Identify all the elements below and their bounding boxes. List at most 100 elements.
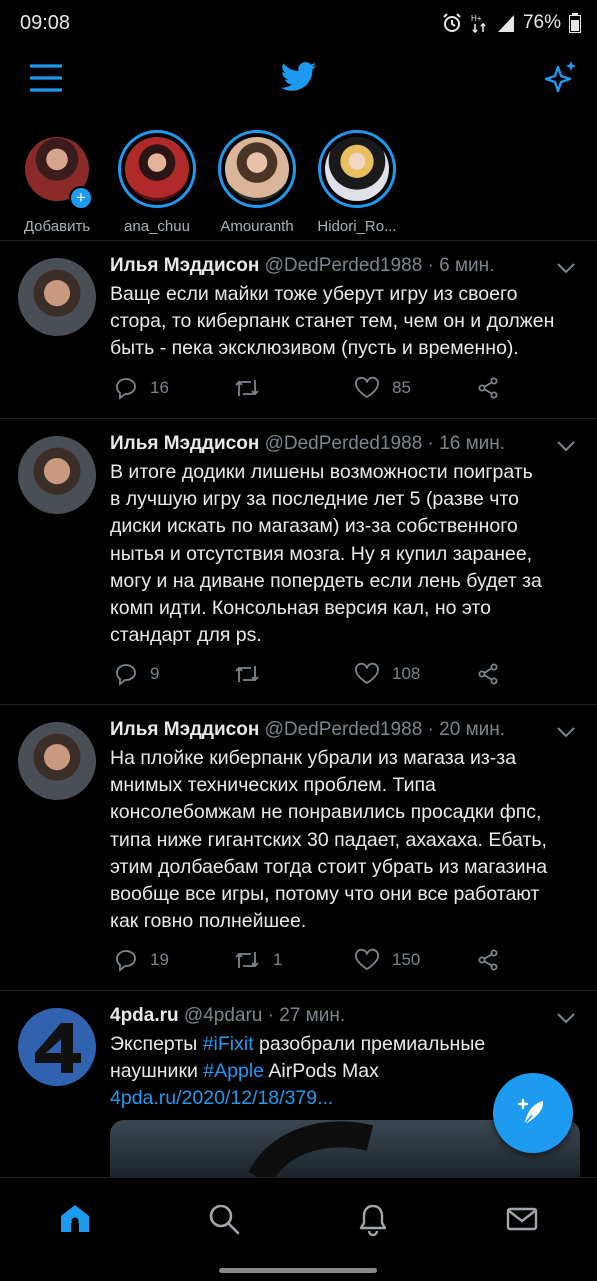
author-handle: @DedPerded1988: [264, 719, 423, 740]
chevron-down-icon[interactable]: [556, 726, 576, 738]
avatar[interactable]: [18, 436, 96, 514]
signal-icon: [497, 15, 514, 32]
sparkle-icon[interactable]: [542, 59, 580, 97]
author-name[interactable]: Илья Мэддисон: [110, 719, 259, 740]
data-icon: H+: [471, 14, 486, 34]
twitter-bird-icon: [281, 62, 317, 91]
like-count: 108: [392, 664, 421, 683]
avatar[interactable]: [18, 1008, 96, 1086]
hashtag-link[interactable]: #Apple: [203, 1060, 264, 1082]
status-icons: H+ 76%: [441, 12, 581, 34]
hashtag-link[interactable]: #iFixit: [203, 1033, 254, 1055]
share-icon: [478, 663, 498, 685]
reply-icon: [116, 378, 136, 400]
status-time: 09:08: [20, 12, 71, 34]
tweet-header: Илья Мэддисон @DedPerded1988 · 20 мин.: [110, 719, 505, 741]
tweet[interactable]: Илья Мэддисон @DedPerded1988 · 6 мин. Ва…: [0, 240, 597, 418]
retweet-icon: [235, 952, 259, 968]
tweet-time: · 6 мин.: [427, 255, 495, 276]
compose-tweet-button[interactable]: [493, 1073, 573, 1153]
tweet-time: · 20 мин.: [427, 719, 506, 740]
reply-button[interactable]: 19: [114, 948, 169, 972]
author-handle: @DedPerded1988: [264, 255, 423, 276]
reply-button[interactable]: 16: [114, 376, 169, 400]
like-count: 150: [392, 950, 421, 969]
tweet-time: · 16 мин.: [427, 433, 506, 454]
fleet-name: Amouranth: [220, 218, 294, 235]
status-bar: 09:08 H+ 76%: [0, 0, 597, 48]
tweet-header: Илья Мэддисон @DedPerded1988 · 16 мин.: [110, 433, 505, 455]
avatar: [225, 137, 289, 201]
like-button[interactable]: 85: [354, 376, 411, 400]
fleets-row: + Добавить ana_chuu Amouranth Hidori_Ro.…: [0, 120, 597, 240]
reply-icon: [116, 950, 136, 972]
fleet-add[interactable]: + Добавить: [7, 130, 107, 235]
fleet-name: Добавить: [23, 218, 91, 235]
like-button[interactable]: 150: [354, 948, 420, 972]
fleet-name: ana_chuu: [124, 218, 190, 235]
share-icon: [478, 377, 498, 399]
4pda-logo-icon: [35, 1023, 81, 1073]
like-button[interactable]: 108: [354, 662, 420, 686]
reply-button[interactable]: 9: [114, 662, 159, 686]
mail-icon[interactable]: [505, 1202, 539, 1236]
author-name[interactable]: Илья Мэддисон: [110, 433, 259, 454]
alarm-icon: [443, 13, 461, 32]
menu-icon[interactable]: [30, 63, 62, 93]
heart-icon: [355, 376, 379, 399]
share-button[interactable]: [476, 662, 500, 686]
share-button[interactable]: [476, 948, 500, 972]
compose-quill-icon: [517, 1098, 543, 1126]
home-icon[interactable]: [58, 1202, 92, 1236]
avatar: [125, 137, 189, 201]
tweet-actions: 16 85: [110, 376, 510, 406]
fleet-item[interactable]: Hidori_Ro...: [307, 130, 407, 235]
retweet-count: 1: [273, 950, 283, 969]
tweet-text: На плойке киберпанк убрали из магаза из-…: [110, 747, 548, 933]
author-handle: @DedPerded1988: [264, 433, 423, 454]
tweet-actions: 9 108: [110, 662, 510, 692]
avatar: [325, 137, 389, 201]
reply-count: 9: [150, 664, 160, 683]
heart-icon: [355, 662, 379, 685]
retweet-button[interactable]: [233, 662, 273, 686]
chevron-down-icon[interactable]: [556, 1012, 576, 1024]
avatar[interactable]: [18, 722, 96, 800]
reply-count: 16: [150, 378, 169, 397]
avatar[interactable]: [18, 258, 96, 336]
tweet-text: В итоге додики лишены возможности поигра…: [110, 461, 542, 647]
tweet-header: 4pda.ru @4pdaru · 27 мин.: [110, 1005, 345, 1027]
retweet-icon: [235, 380, 259, 396]
fleet-item[interactable]: ana_chuu: [107, 130, 207, 235]
share-icon: [478, 949, 498, 971]
svg-text:H+: H+: [471, 14, 482, 23]
retweet-button[interactable]: [233, 376, 273, 400]
reply-count: 19: [150, 950, 169, 969]
chevron-down-icon[interactable]: [556, 440, 576, 452]
gesture-home-bar[interactable]: [219, 1268, 377, 1273]
battery-icon: [569, 13, 581, 33]
tweet-header: Илья Мэддисон @DedPerded1988 · 6 мин.: [110, 255, 494, 277]
tweet[interactable]: Илья Мэддисон @DedPerded1988 · 16 мин. В…: [0, 418, 597, 704]
author-handle: @4pdaru: [183, 1005, 263, 1026]
retweet-icon: [235, 666, 259, 682]
tweet[interactable]: Илья Мэддисон @DedPerded1988 · 20 мин. Н…: [0, 704, 597, 990]
tweet-time: · 27 мин.: [267, 1005, 346, 1026]
retweet-button[interactable]: 1: [233, 948, 282, 972]
bottom-navigation: [0, 1177, 597, 1281]
top-app-bar: [0, 48, 597, 108]
author-name[interactable]: Илья Мэддисон: [110, 255, 259, 276]
tweet-text: Ваще если майки тоже уберут игру из свое…: [110, 283, 555, 360]
fleet-item[interactable]: Amouranth: [207, 130, 307, 235]
bell-icon[interactable]: [356, 1202, 390, 1236]
fleet-name: Hidori_Ro...: [317, 218, 397, 235]
author-name[interactable]: 4pda.ru: [110, 1005, 179, 1026]
search-icon[interactable]: [207, 1202, 241, 1236]
add-fleet-plus-icon[interactable]: +: [69, 186, 93, 210]
share-button[interactable]: [476, 376, 500, 400]
reply-icon: [116, 664, 136, 686]
chevron-down-icon[interactable]: [556, 262, 576, 274]
tweet-actions: 19 1 150: [110, 948, 510, 978]
like-count: 85: [392, 378, 411, 397]
heart-icon: [355, 948, 379, 971]
